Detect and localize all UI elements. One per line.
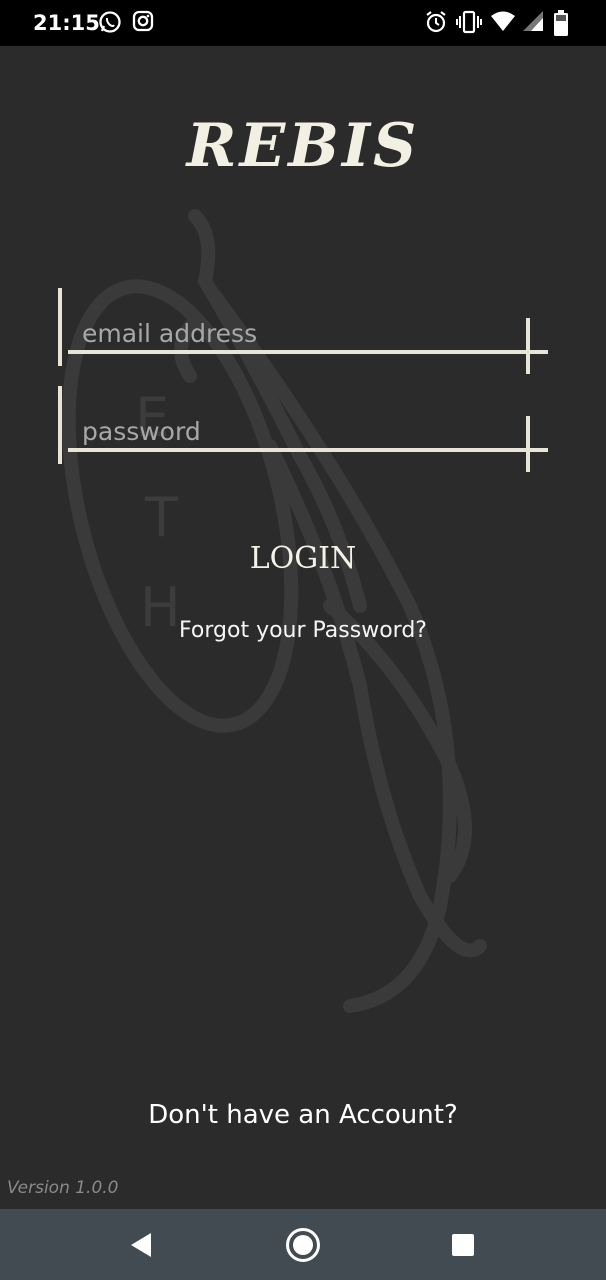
signal-icon xyxy=(523,11,543,31)
login-screen: E T H REBIS LOGIN Forgot your Password? … xyxy=(0,46,606,1209)
alarm-icon xyxy=(426,11,446,33)
wifi-icon xyxy=(491,11,515,31)
forgot-password-link[interactable]: Forgot your Password? xyxy=(0,618,606,643)
app-title: REBIS xyxy=(186,111,420,181)
email-field-underline xyxy=(68,350,548,354)
password-field-container xyxy=(58,386,548,474)
password-input[interactable] xyxy=(80,412,514,450)
email-input[interactable] xyxy=(80,314,514,352)
instagram-icon xyxy=(132,10,154,32)
whatsapp-icon xyxy=(99,11,121,33)
navigation-bar xyxy=(0,1209,606,1280)
password-field-underline xyxy=(68,448,548,452)
status-time: 21:15 xyxy=(33,11,100,35)
status-bar: 21:15 xyxy=(0,0,606,46)
email-field-container xyxy=(58,288,548,376)
email-field-right-border xyxy=(526,318,530,374)
recents-icon[interactable] xyxy=(445,1227,481,1263)
battery-icon xyxy=(554,10,568,36)
vibrate-icon xyxy=(456,10,482,34)
watermark-letter-t: T xyxy=(144,486,179,549)
version-label: Version 1.0.0 xyxy=(7,1178,119,1198)
signup-link[interactable]: Don't have an Account? xyxy=(0,1100,606,1130)
back-icon[interactable] xyxy=(123,1227,159,1263)
home-icon[interactable] xyxy=(285,1227,321,1263)
password-field-left-border xyxy=(58,386,62,464)
password-field-right-border xyxy=(526,416,530,472)
email-field-left-border xyxy=(58,288,62,366)
login-button[interactable]: LOGIN xyxy=(203,534,403,582)
